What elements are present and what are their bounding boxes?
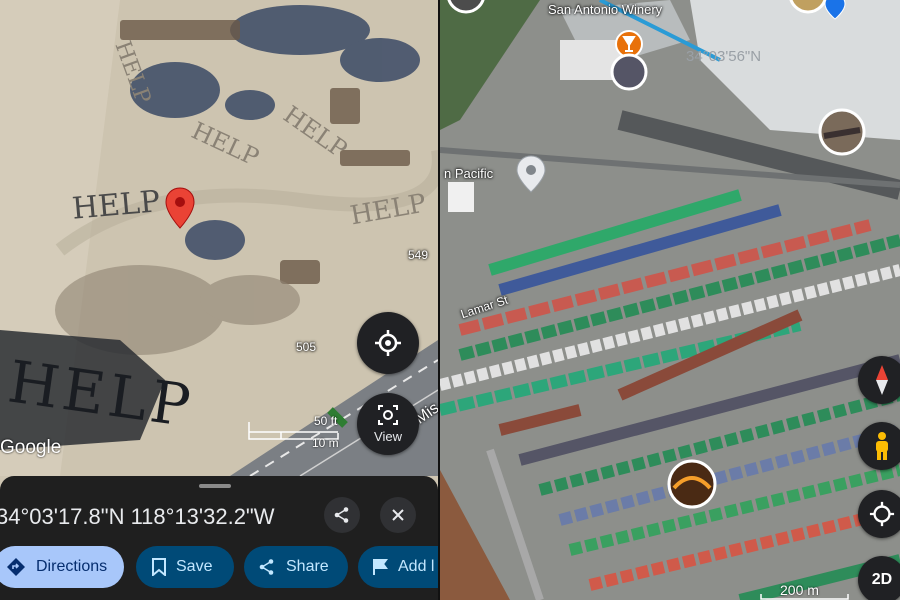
share-button[interactable]: Share <box>244 546 348 588</box>
scale-bar <box>760 594 849 600</box>
my-location-button[interactable] <box>357 312 419 374</box>
rail-yard-imagery <box>440 0 900 600</box>
location-pin-icon[interactable] <box>164 186 196 230</box>
share-label: Share <box>286 558 329 575</box>
save-label: Save <box>176 558 213 575</box>
directions-label: Directions <box>36 558 108 575</box>
crosshair-icon <box>375 330 401 356</box>
photo-thumbnail[interactable] <box>666 458 718 510</box>
directions-button[interactable]: Directions <box>0 546 124 588</box>
place-label-pacific[interactable]: n Pacific <box>444 166 493 181</box>
compass-button[interactable] <box>858 356 900 404</box>
flag-icon <box>373 559 388 575</box>
directions-icon <box>7 558 25 576</box>
satellite-map-right[interactable]: San Antonio Winery 34°03'56"N n Pacific … <box>440 0 900 600</box>
street-view-button[interactable] <box>858 422 900 470</box>
photo-thumbnail[interactable] <box>818 108 866 156</box>
view-button-label: View <box>374 429 402 444</box>
scale-meters: 10 m <box>312 436 339 450</box>
share-icon <box>334 507 349 523</box>
place-label-winery[interactable]: San Antonio Winery <box>548 2 662 17</box>
pin-icon[interactable] <box>820 0 850 20</box>
view-button[interactable]: View <box>357 393 419 455</box>
my-location-button[interactable] <box>858 490 900 538</box>
save-button[interactable]: Save <box>136 546 234 588</box>
share-icon <box>259 559 274 575</box>
add-label-text: Add l <box>398 558 435 575</box>
pegman-icon <box>876 432 888 460</box>
google-logo: Google <box>0 437 62 458</box>
close-button[interactable] <box>380 497 416 533</box>
crosshair-icon <box>869 501 895 527</box>
coordinate-watermark: 34°03'56"N <box>686 48 762 65</box>
drag-handle[interactable] <box>199 484 231 488</box>
add-label-button[interactable]: Add l <box>358 546 438 588</box>
place-pin-icon[interactable] <box>514 154 548 194</box>
road-number-label: 549 <box>408 248 429 262</box>
compass-icon <box>876 365 888 395</box>
bookmark-icon <box>152 558 166 576</box>
close-icon <box>392 509 404 521</box>
place-bottom-sheet[interactable]: 34°03'17.8"N 118°13'32.2"W Directions Sa… <box>0 476 438 600</box>
winery-marker-icon[interactable] <box>604 22 654 92</box>
photo-thumbnail[interactable] <box>444 0 488 16</box>
camera-view-icon <box>378 405 398 425</box>
share-icon-button[interactable] <box>324 497 360 533</box>
2d-toggle-button[interactable]: 2D <box>858 556 900 600</box>
coordinates-title: 34°03'17.8"N 118°13'32.2"W <box>0 504 275 529</box>
satellite-map-left[interactable]: HELP HELP HELP HELP HELP HELP 549 505 Mi… <box>0 0 438 600</box>
road-number-label: 505 <box>296 340 317 354</box>
